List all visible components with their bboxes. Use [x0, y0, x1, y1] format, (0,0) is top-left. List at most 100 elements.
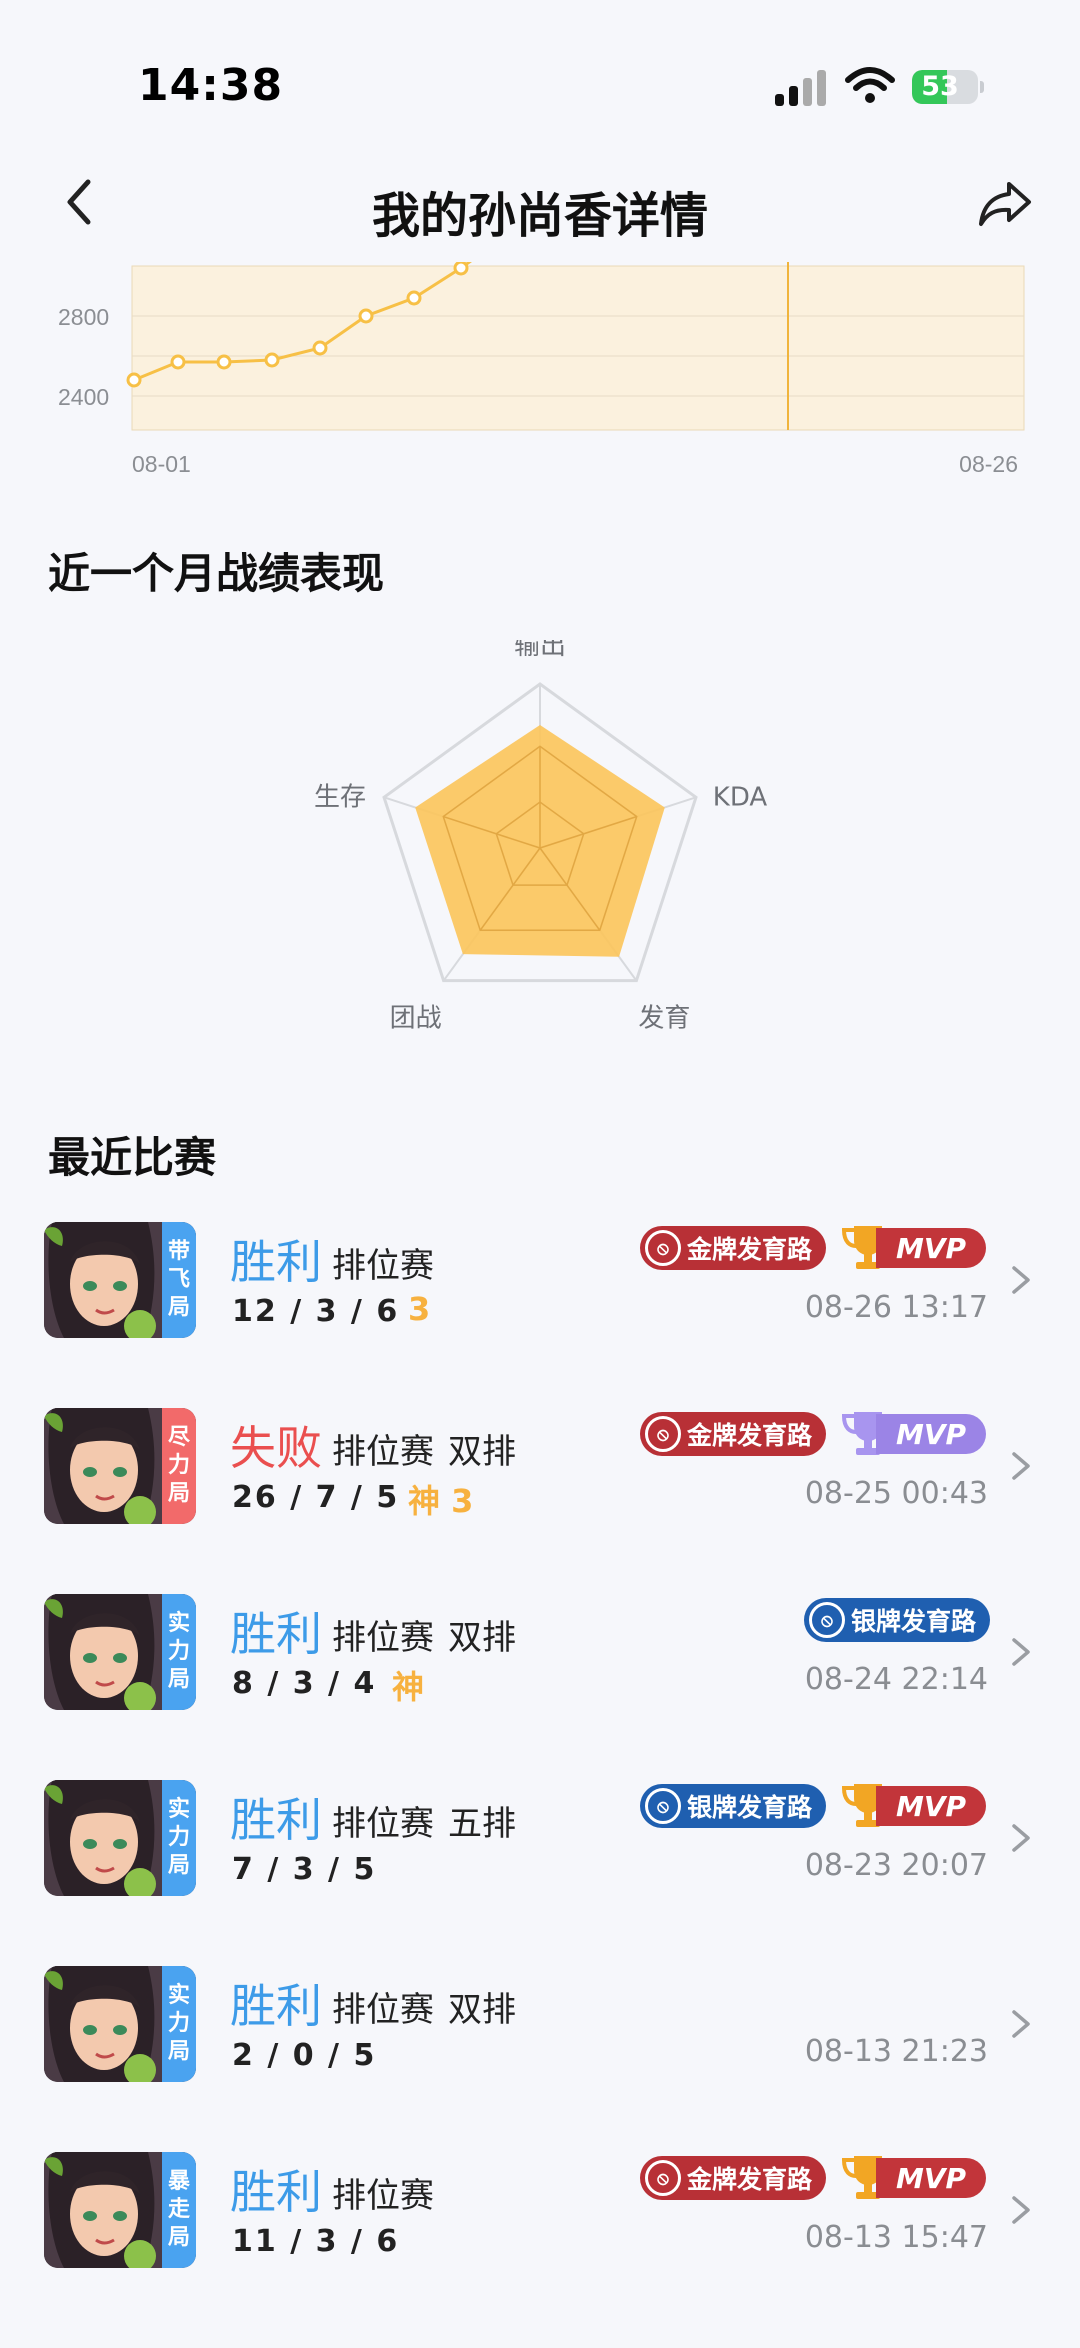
battery-body: 53 — [912, 70, 978, 104]
mvp-label: MVP — [876, 1228, 986, 1268]
chart-point — [126, 372, 142, 388]
radar-axis-label: 团战 — [390, 1004, 442, 1034]
match-row[interactable]: 尽力局失败 排位赛 双排 26 / 7 / 5神 3 MVP ⦸ 金牌发育路 08-25 00… — [0, 1408, 1080, 1594]
match-time: 08-13 15:47 — [804, 2220, 988, 2255]
wifi-icon — [845, 67, 895, 103]
match-time: 08-26 13:17 — [804, 1290, 988, 1325]
match-type: 排位赛 — [332, 1618, 434, 1658]
lane-shield-icon: ⦸ — [809, 1602, 845, 1638]
radar-section-title: 近一个月战绩表现 — [48, 549, 385, 598]
match-kda: 11 / 3 / 6 — [232, 2224, 400, 2259]
match-kda: 26 / 7 / 5 — [232, 1480, 400, 1515]
mvp-label: MVP — [876, 1414, 986, 1454]
status-time: 14:38 — [138, 60, 284, 111]
match-mode-tag: 实力局 — [162, 1966, 196, 2082]
y-tick-label: 2400 — [58, 384, 109, 410]
performance-radar-chart: 输出 KDA 发育 团战 生存 — [314, 640, 768, 1034]
match-party: 双排 — [448, 1618, 516, 1658]
lane-badge: ⦸ 金牌发育路 — [640, 2156, 826, 2200]
lane-shield-icon: ⦸ — [645, 1788, 681, 1824]
radar-axis-label: KDA — [713, 782, 768, 812]
mvp-badge: MVP — [840, 2152, 990, 2202]
lane-shield-icon: ⦸ — [645, 1416, 681, 1452]
chevron-right-icon[interactable] — [1006, 1260, 1036, 1300]
match-time: 08-24 22:14 — [804, 1662, 988, 1697]
hero-avatar: 实力局 — [44, 1780, 196, 1896]
mvp-label: MVP — [876, 1786, 986, 1826]
page-title: 我的孙尚香详情 — [371, 188, 708, 244]
match-row[interactable]: 实力局胜利 排位赛 双排 8 / 3 / 4 神 ⦸ 银牌发育路 08-24 22:14 — [0, 1594, 1080, 1780]
chevron-right-icon[interactable] — [1006, 1818, 1036, 1858]
lane-badge: ⦸ 银牌发育路 — [804, 1598, 990, 1642]
mvp-badge: MVP — [840, 1222, 990, 1272]
share-button[interactable] — [975, 172, 1035, 232]
lane-badge-label: 银牌发育路 — [851, 1607, 977, 1636]
match-party: 双排 — [448, 1432, 516, 1472]
match-type: 排位赛 — [332, 1246, 434, 1286]
match-highlight: 神 — [392, 1668, 425, 1706]
lane-badge-label: 金牌发育路 — [687, 2165, 813, 2194]
matches-section-title: 最近比赛 — [48, 1133, 217, 1182]
lane-shield-icon: ⦸ — [645, 2160, 681, 2196]
hero-portrait-icon — [44, 1966, 162, 2082]
lane-badge-label: 银牌发育路 — [687, 1793, 813, 1822]
chart-point — [312, 340, 328, 356]
hero-avatar: 实力局 — [44, 1966, 196, 2082]
chart-point — [453, 262, 469, 276]
match-row[interactable]: 实力局胜利 排位赛 双排 2 / 0 / 5 08-13 21:23 — [0, 1966, 1080, 2152]
lane-shield-icon: ⦸ — [645, 1230, 681, 1266]
match-type: 排位赛 — [332, 1990, 434, 2030]
match-kda: 12 / 3 / 6 — [232, 1294, 400, 1329]
match-row[interactable]: 带飞局胜利 排位赛 12 / 3 / 6 3 MVP ⦸ 金牌发育路 08-26 13:17 — [0, 1222, 1080, 1408]
match-row[interactable]: 实力局胜利 排位赛 五排 7 / 3 / 5 MVP ⦸ 银牌发育路 08-23 20:07 — [0, 1780, 1080, 1966]
match-mode-tag: 带飞局 — [162, 1222, 196, 1338]
chart-point — [264, 352, 280, 368]
match-mode-tag: 实力局 — [162, 1780, 196, 1896]
y-tick-label: 2800 — [58, 304, 109, 330]
match-result: 胜利 — [230, 1979, 322, 2033]
mvp-label: MVP — [876, 2158, 986, 2198]
match-result: 胜利 — [230, 2165, 322, 2219]
match-kda: 8 / 3 / 4 — [232, 1666, 377, 1701]
match-time: 08-23 20:07 — [804, 1848, 988, 1883]
match-party: 双排 — [448, 1990, 516, 2030]
match-row[interactable]: 暴走局胜利 排位赛 11 / 3 / 6 MVP ⦸ 金牌发育路 08-13 15:47 — [0, 2152, 1080, 2338]
match-result: 胜利 — [230, 1235, 322, 1289]
hero-avatar: 尽力局 — [44, 1408, 196, 1524]
chart-point — [216, 354, 232, 370]
hero-avatar: 带飞局 — [44, 1222, 196, 1338]
match-mode-tag: 实力局 — [162, 1594, 196, 1710]
status-bar: 14:38 53 — [0, 0, 1080, 150]
radar-axis-label: 生存 — [314, 782, 366, 812]
match-type: 排位赛 — [332, 1804, 434, 1844]
lane-badge: ⦸ 银牌发育路 — [640, 1784, 826, 1828]
match-time: 08-25 00:43 — [804, 1476, 988, 1511]
battery-cap — [980, 81, 984, 93]
match-result: 失败 — [230, 1421, 322, 1475]
match-highlight: 神 3 — [408, 1482, 474, 1520]
radar-axis-label: 输出 — [514, 640, 566, 661]
match-result: 胜利 — [230, 1793, 322, 1847]
chart-plot-area — [131, 265, 1025, 431]
hero-portrait-icon — [44, 1780, 162, 1896]
nav-bar: 我的孙尚香详情 — [0, 150, 1080, 260]
match-party: 五排 — [448, 1804, 516, 1844]
match-type: 排位赛 — [332, 1432, 434, 1472]
chevron-right-icon[interactable] — [1006, 2190, 1036, 2230]
hero-portrait-icon — [44, 1408, 162, 1524]
mvp-badge: MVP — [840, 1780, 990, 1830]
x-tick-end: 08-26 — [959, 451, 1018, 477]
match-mode-tag: 暴走局 — [162, 2152, 196, 2268]
battery-percent: 53 — [921, 71, 959, 102]
hero-portrait-icon — [44, 1594, 162, 1710]
chevron-right-icon[interactable] — [1006, 1632, 1036, 1672]
x-tick-start: 08-01 — [132, 451, 191, 477]
chevron-right-icon[interactable] — [1006, 1446, 1036, 1486]
chart-point — [170, 354, 186, 370]
chevron-right-icon[interactable] — [1006, 2004, 1036, 2044]
lane-badge: ⦸ 金牌发育路 — [640, 1226, 826, 1270]
hero-avatar: 暴走局 — [44, 2152, 196, 2268]
match-result: 胜利 — [230, 1607, 322, 1661]
match-kda: 7 / 3 / 5 — [232, 1852, 377, 1887]
lane-badge-label: 金牌发育路 — [687, 1421, 813, 1450]
